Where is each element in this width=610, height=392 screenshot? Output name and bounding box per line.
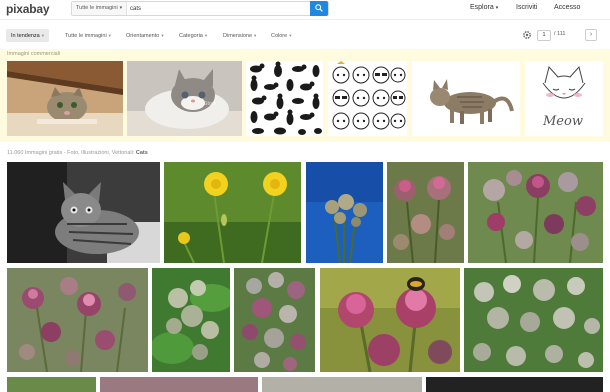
photo-row3-4[interactable] <box>426 377 603 392</box>
top-bar: pixabay Tutte le immagini▾ Esplora▾ Iscr… <box>0 0 610 20</box>
sponsored-label: Immagini commerciali <box>7 51 61 57</box>
search-scope-dropdown[interactable]: Tutte le immagini ▾ <box>72 2 128 15</box>
sponsored-image-kitten-lying[interactable]: iStock <box>127 61 242 136</box>
next-page-button[interactable]: › <box>585 29 597 41</box>
nav-explore-label: Esplora <box>470 4 494 11</box>
sponsored-image-meow-cat[interactable]: Meow <box>525 61 603 136</box>
chevron-down-icon: ▾ <box>289 33 292 38</box>
search-input[interactable] <box>130 3 306 14</box>
sponsored-strip: Immagini commerciali iStock Meow <box>0 49 610 142</box>
photo-bw-tabby-cat[interactable] <box>7 162 160 263</box>
page-number-input[interactable]: 1 <box>537 30 551 41</box>
page-total: / 111 <box>554 31 566 37</box>
filter-trending[interactable]: In tendenza ▾ <box>6 29 50 42</box>
filter-size[interactable]: Dimensione ▾ <box>218 29 261 42</box>
sponsored-image-cat-faces[interactable] <box>328 61 407 136</box>
photo-burdock-flowers-3[interactable] <box>7 268 148 372</box>
filter-orientation[interactable]: Orientamento ▾ <box>121 29 169 42</box>
search-icon <box>315 4 323 12</box>
istock-watermark: iStock <box>203 101 217 107</box>
photo-yellow-dandelions[interactable] <box>164 162 301 263</box>
chevron-down-icon: ▾ <box>254 33 257 38</box>
gear-icon[interactable] <box>522 30 532 40</box>
filter-label: Colore <box>271 33 288 39</box>
chevron-down-icon: ▾ <box>495 5 499 11</box>
filter-label: Tutte le immagini <box>65 33 107 39</box>
filter-color[interactable]: Colore ▾ <box>266 29 296 42</box>
results-count: 11.060 Immagini gratis - Foto, Illustraz… <box>7 150 148 156</box>
results-query: Cats <box>135 150 148 156</box>
photo-bee-on-burdock[interactable] <box>320 268 460 372</box>
nav-signup[interactable]: Iscriviti <box>516 4 537 11</box>
photo-burdock-blue-sky[interactable] <box>306 162 383 263</box>
photo-row3-3[interactable] <box>262 377 422 392</box>
sponsored-image-tabby-walking[interactable] <box>412 61 520 136</box>
filter-bar: In tendenza ▾ Tutte le immagini ▾ Orientam… <box>0 27 610 45</box>
chevron-down-icon: ▾ <box>161 33 164 38</box>
photo-burdock-buds-white[interactable] <box>464 268 603 372</box>
filter-label: Dimensione <box>223 33 253 39</box>
filter-category[interactable]: Categoria ▾ <box>174 29 212 42</box>
chevron-down-icon: ▾ <box>108 33 111 38</box>
nav-explore[interactable]: Esplora ▾ <box>470 4 498 11</box>
search-button[interactable] <box>310 1 328 16</box>
filter-label: Orientamento <box>126 33 160 39</box>
search-scope-label: Tutte le immagini <box>76 5 118 11</box>
chevron-right-icon: › <box>589 31 593 38</box>
photo-burdock-flowers-1[interactable] <box>387 162 464 263</box>
photo-row3-1[interactable] <box>7 377 96 392</box>
chevron-down-icon: ▾ <box>119 5 123 11</box>
pixabay-logo[interactable]: pixabay <box>6 2 49 16</box>
nav-login[interactable]: Accesso <box>554 4 580 11</box>
photo-row3-2[interactable] <box>100 377 258 392</box>
filter-image-type[interactable]: Tutte le immagini ▾ <box>60 29 116 42</box>
photo-burdock-buds-green[interactable] <box>152 268 230 372</box>
filter-label: In tendenza <box>11 33 40 39</box>
filter-label: Categoria <box>179 33 203 39</box>
chevron-down-icon: ▾ <box>41 33 45 38</box>
photo-burdock-flowers-2[interactable] <box>468 162 603 263</box>
search-bar: Tutte le immagini ▾ <box>71 1 329 16</box>
photo-burdock-cluster[interactable] <box>234 268 315 372</box>
sponsored-image-cat-box[interactable] <box>7 61 123 136</box>
chevron-down-icon: ▾ <box>204 33 208 38</box>
sponsored-image-cat-silhouettes[interactable] <box>246 61 323 136</box>
meow-text: Meow <box>542 114 583 129</box>
results-count-prefix: 11.060 Immagini gratis - Foto, Illustraz… <box>7 150 135 156</box>
